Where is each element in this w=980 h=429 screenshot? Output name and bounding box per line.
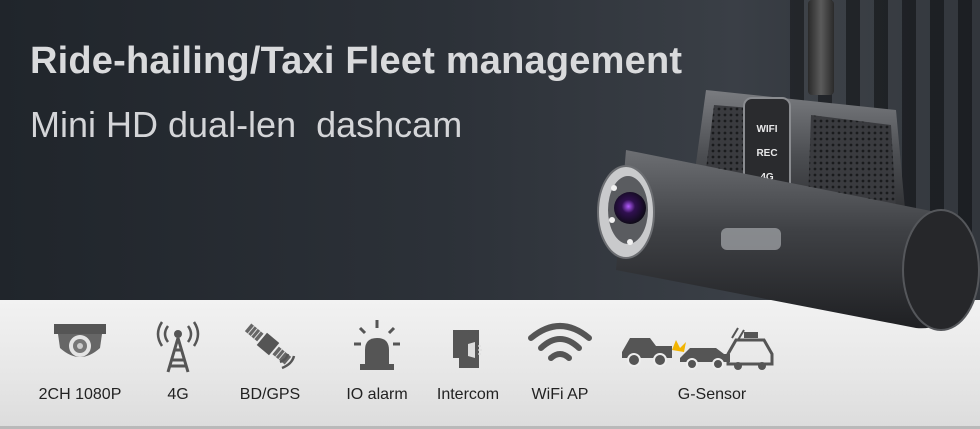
satellite-icon [244,323,296,370]
intercom-icon [453,330,482,368]
feature-io-alarm: IO alarm [346,318,408,403]
banner-title: Ride-hailing/Taxi Fleet management [30,40,683,82]
feature-label: Intercom [436,386,500,403]
feature-label: 2CH 1080P [38,386,122,403]
feature-label: WiFi AP [531,386,589,403]
alarm-siren-icon [354,320,400,370]
feature-label: 4G [167,386,189,403]
antenna-tower-icon [156,321,200,373]
dashcam-product-image: WIFI REC 4G OK [597,90,980,331]
feature-4g: 4G [150,318,206,403]
feature-label: IO alarm [346,386,408,403]
feature-2ch-1080p: 2CH 1080P [39,318,121,403]
feature-bd-gps: BD/GPS [240,318,300,403]
feature-label: G-Sensor [677,386,747,403]
wifi-icon [528,323,592,361]
collision-icon [622,327,774,370]
camera-button-rec: REC [756,148,777,159]
feature-intercom: Intercom [437,318,499,403]
feature-g-sensor: G-Sensor [620,318,796,403]
feature-label: BD/GPS [239,386,301,403]
product-banner: Ride-hailing/Taxi Fleet management Mini … [0,0,980,429]
dashcam-dome-icon [54,324,106,357]
camera-button-wifi: WIFI [756,124,777,135]
banner-subtitle: Mini HD dual-len dashcam [30,104,463,145]
feature-wifi-ap: WiFi AP [527,318,593,403]
